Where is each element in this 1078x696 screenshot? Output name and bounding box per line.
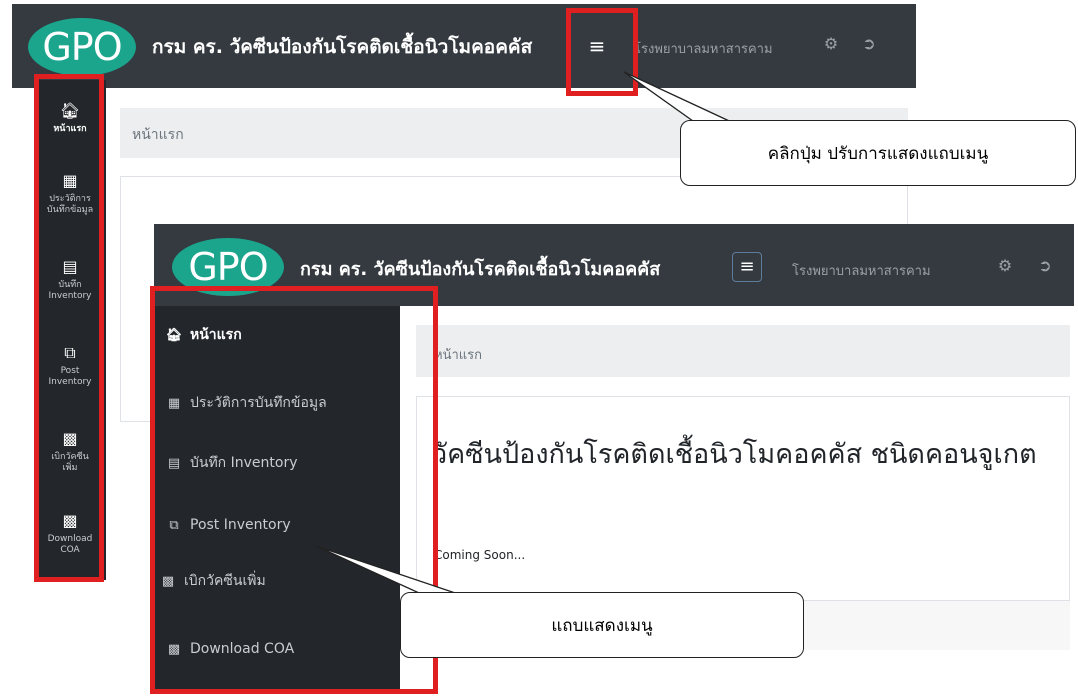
coming-soon-text: Coming Soon... [434,548,526,562]
gear-icon[interactable]: ⚙ [820,34,842,56]
menu-callout: แถบแสดงเมนู [400,592,804,658]
app-title: กรม คร. วัคซีนป้องกันโรคติดเชื้อนิวโมคอค… [300,259,661,280]
toggle-callout: คลิกปุ่ม ปรับการแสดงแถบเมนู [680,120,1076,186]
logout-icon[interactable]: ➲ [1034,256,1056,278]
app-title: กรม คร. วัคซีนป้องกันโรคติดเชื้อนิวโมคอค… [152,36,533,58]
toggle-highlight-box [566,8,638,96]
page-heading: วัคซีนป้องกันโรคติดเชื้อนิวโมคอคคัส ชนิด… [432,439,1037,470]
expanded-menu-highlight-box [150,286,438,694]
menu-toggle-icon[interactable]: ≡ [732,252,762,282]
logout-icon[interactable]: ➲ [858,34,880,56]
breadcrumb-home[interactable]: หน้าแรก [434,344,634,364]
gear-icon[interactable]: ⚙ [994,256,1016,278]
hospital-name[interactable]: โรงพยาบาลมหาสารคาม [634,38,834,60]
collapsed-menu-highlight-box [34,74,104,582]
hospital-name[interactable]: โรงพยาบาลมหาสารคาม [792,260,982,280]
gpo-logo[interactable]: GPO [28,18,136,76]
breadcrumb-home[interactable]: หน้าแรก [132,124,332,144]
